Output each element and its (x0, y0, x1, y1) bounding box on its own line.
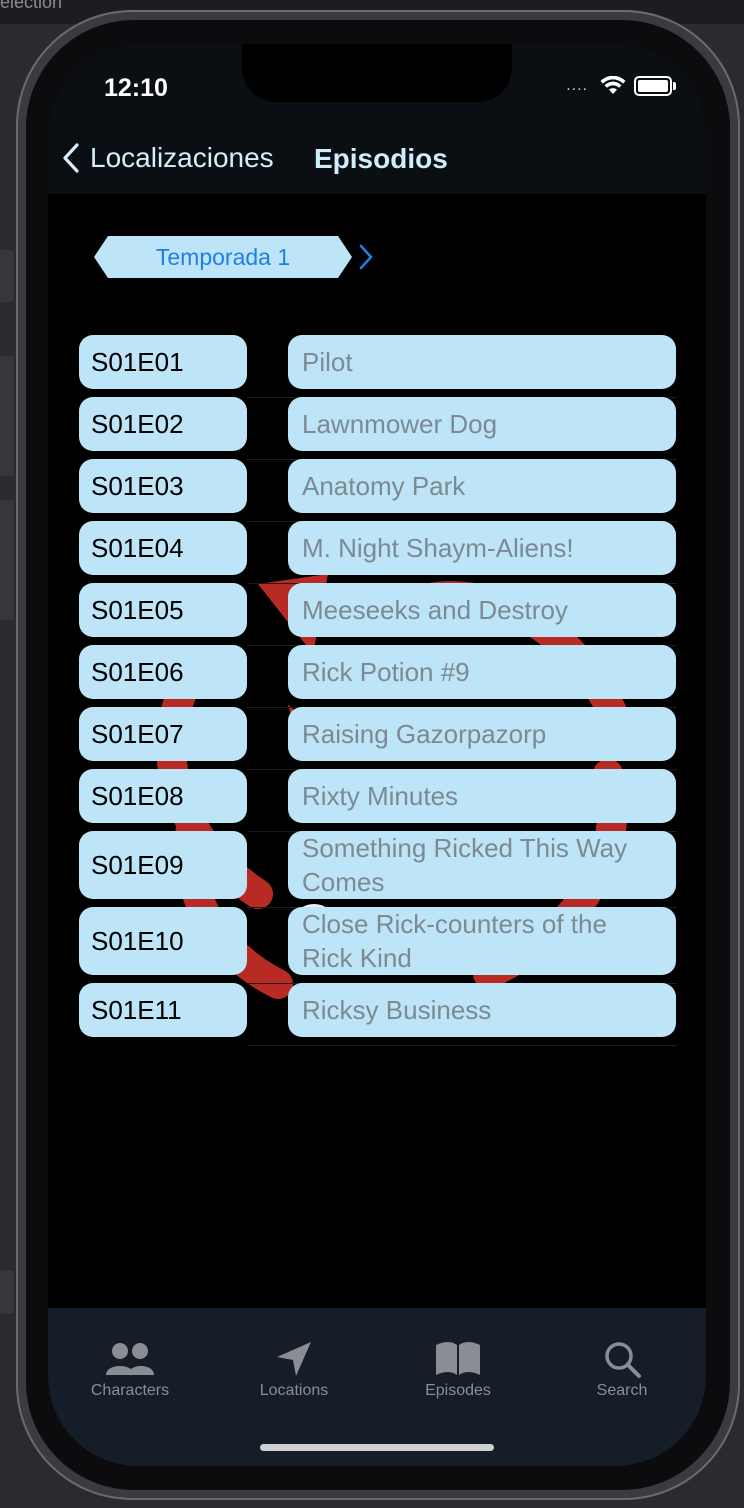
episode-name: Rick Potion #9 (288, 645, 676, 699)
episode-name: Rixty Minutes (288, 769, 676, 823)
app-screen: 12:10 .... Localizaciones Episodios Temp… (48, 44, 706, 1466)
people-icon (106, 1343, 154, 1375)
navigation-header: 12:10 .... Localizaciones Episodios (48, 44, 706, 194)
episode-code: S01E09 (79, 831, 247, 899)
episode-row[interactable]: S01E05 Meeseeks and Destroy (79, 583, 679, 646)
back-button-label: Localizaciones (90, 142, 274, 173)
episode-code: S01E08 (79, 769, 247, 823)
episode-code: S01E04 (79, 521, 247, 575)
tab-characters-label: Characters (90, 1382, 170, 1399)
tab-locations[interactable]: Locations (212, 1336, 376, 1400)
search-icon (605, 1342, 641, 1378)
episode-row[interactable]: S01E09 Something Ricked This Way Comes (79, 831, 679, 908)
season-segment[interactable]: Temporada 1 (94, 236, 352, 278)
episode-row[interactable]: S01E06 Rick Potion #9 (79, 645, 679, 708)
background-sidebar-item (0, 250, 14, 302)
episode-code: S01E02 (79, 397, 247, 451)
wifi-icon (600, 76, 626, 94)
page-title: Episodios (314, 143, 448, 174)
episodes-content: Temporada 1 S01E01 Pilot S01E02 Lawnmowe… (48, 194, 706, 1308)
episode-name: Something Ricked This Way Comes (288, 831, 676, 899)
tab-characters[interactable]: Characters (48, 1336, 212, 1400)
back-button[interactable]: Localizaciones (62, 142, 274, 174)
status-icons: .... (566, 76, 676, 96)
tab-locations-label: Locations (259, 1382, 329, 1399)
episode-list: S01E01 Pilot S01E02 Lawnmower Dog S01E03… (79, 335, 679, 1046)
episode-name: Ricksy Business (288, 983, 676, 1037)
episode-name: Anatomy Park (288, 459, 676, 513)
background-sidebar-item (0, 1270, 14, 1314)
tab-episodes[interactable]: Episodes (376, 1336, 540, 1400)
chevron-right-icon (359, 244, 373, 270)
episode-code: S01E06 (79, 645, 247, 699)
background-sidebar-item (0, 356, 14, 476)
episode-row[interactable]: S01E01 Pilot (79, 335, 679, 398)
tab-bar: Characters Locations Episodes Search (48, 1308, 706, 1466)
episode-code: S01E01 (79, 335, 247, 389)
episode-name: Meeseeks and Destroy (288, 583, 676, 637)
episode-code: S01E05 (79, 583, 247, 637)
device-notch (242, 44, 512, 102)
episode-row[interactable]: S01E10 Close Rick-counters of the Rick K… (79, 907, 679, 984)
background-sidebar-item (0, 500, 14, 620)
episode-name: Lawnmower Dog (288, 397, 676, 451)
status-time: 12:10 (104, 74, 168, 102)
episode-name: Pilot (288, 335, 676, 389)
episode-row[interactable]: S01E04 M. Night Shaym-Aliens! (79, 521, 679, 584)
home-indicator (260, 1444, 494, 1451)
episode-name: M. Night Shaym-Aliens! (288, 521, 676, 575)
location-arrow-icon (277, 1342, 311, 1376)
episode-row[interactable]: S01E03 Anatomy Park (79, 459, 679, 522)
episode-row[interactable]: S01E02 Lawnmower Dog (79, 397, 679, 460)
episode-name: Close Rick-counters of the Rick Kind (288, 907, 676, 975)
episode-row[interactable]: S01E11 Ricksy Business (79, 983, 679, 1046)
episode-row[interactable]: S01E07 Raising Gazorpazorp (79, 707, 679, 770)
next-season-button[interactable] (358, 242, 380, 272)
season-selector: Temporada 1 (94, 236, 380, 278)
tab-episodes-label: Episodes (425, 1382, 491, 1399)
episode-row[interactable]: S01E08 Rixty Minutes (79, 769, 679, 832)
episode-code: S01E03 (79, 459, 247, 513)
book-icon (436, 1342, 480, 1375)
background-window-title: election (0, 0, 63, 12)
episode-name: Raising Gazorpazorp (288, 707, 676, 761)
cellular-signal-icon: .... (566, 77, 588, 94)
episode-code: S01E07 (79, 707, 247, 761)
tab-search[interactable]: Search (540, 1336, 704, 1400)
episode-code: S01E10 (79, 907, 247, 975)
chevron-left-icon (63, 143, 79, 173)
tab-search-label: Search (596, 1382, 648, 1399)
battery-icon (634, 76, 676, 96)
episode-code: S01E11 (79, 983, 247, 1037)
